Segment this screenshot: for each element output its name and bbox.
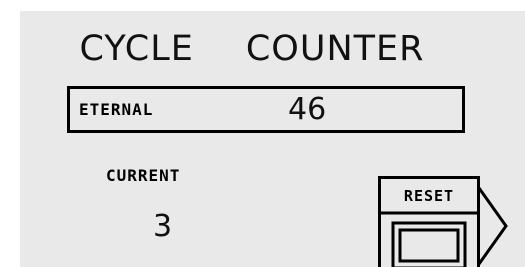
current-label: CURRENT	[106, 166, 181, 185]
current-value: 3	[153, 209, 173, 244]
counter-screen: CYCLE COUNTER ETERNAL 46 CURRENT 3 RESET	[20, 11, 525, 267]
eternal-counter-box: ETERNAL 46	[67, 86, 465, 133]
page-title: CYCLE COUNTER	[20, 29, 484, 69]
reset-button[interactable]: RESET	[378, 176, 518, 267]
eternal-label: ETERNAL	[79, 100, 154, 119]
title-word-counter: COUNTER	[245, 29, 425, 69]
eternal-value: 46	[288, 92, 327, 127]
title-word-cycle: CYCLE	[79, 29, 194, 69]
reset-label: RESET	[403, 187, 455, 205]
